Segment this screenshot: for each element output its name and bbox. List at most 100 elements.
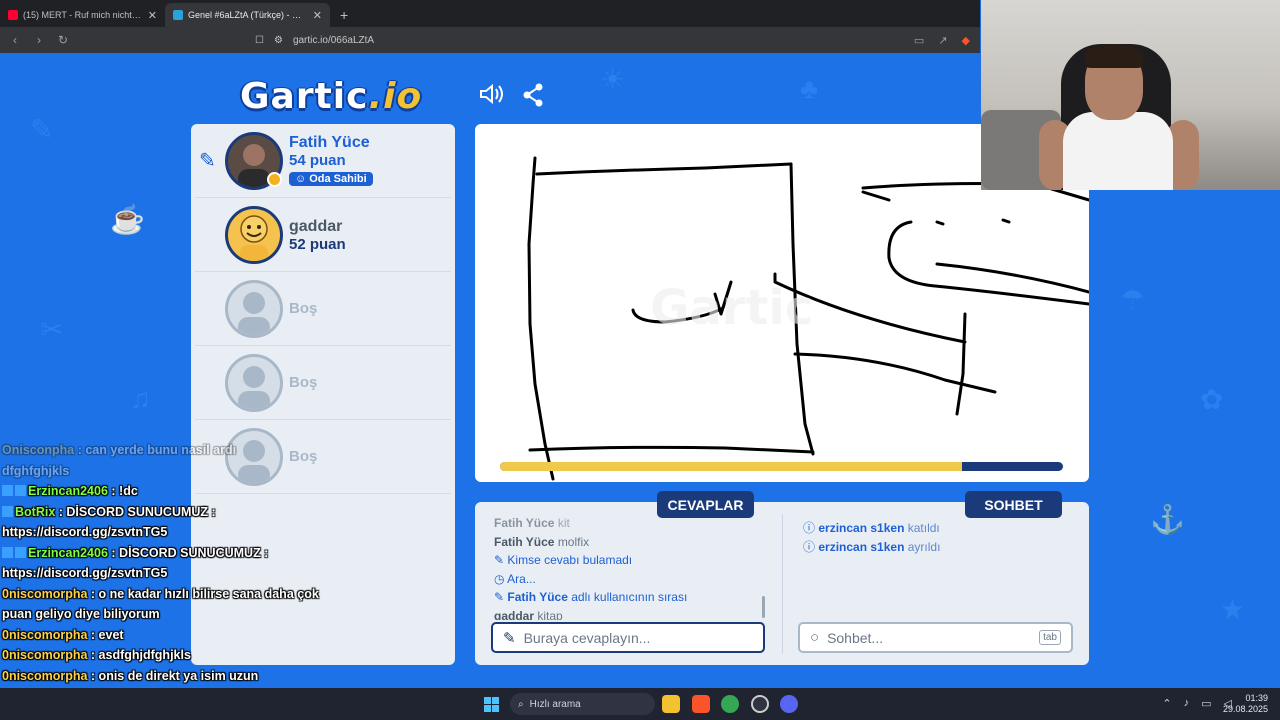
address-bar[interactable]: ☐ ⚙ gartic.io/066aLZtA xyxy=(255,30,895,50)
close-tab-icon[interactable]: ✕ xyxy=(313,9,322,22)
brave-shield-icon[interactable]: ◆ xyxy=(962,34,970,47)
avatar xyxy=(225,205,283,264)
list-item: Fatih Yüce kit xyxy=(494,516,570,530)
list-item: gaddar kitap xyxy=(494,608,563,621)
chat-placeholder: Sohbet... xyxy=(827,629,884,646)
list-item: ✎ Kimse cevabı bulamadı xyxy=(494,553,633,567)
sound-icon[interactable] xyxy=(479,83,505,112)
doodle-icon: ⚓ xyxy=(1150,504,1185,535)
timer-progress-bar xyxy=(500,462,1063,471)
bookmark-icon[interactable]: ☐ xyxy=(255,35,264,46)
stream-chat-overlay: Onisconpha : can yerde bunu nasil ardı d… xyxy=(2,440,332,686)
stream-chat-line: Onisconpha : can yerde bunu nasil ardı xyxy=(2,443,237,457)
stream-chat-line: puan geliyo diye biliyorum xyxy=(2,607,160,621)
site-info-icon[interactable]: ⚙ xyxy=(274,35,283,46)
answers-list: Fatih Yüce kit Fatih Yüce molfix ✎ Kimse… xyxy=(494,514,769,620)
network-icon[interactable]: ▭ xyxy=(1201,697,1211,710)
browser-tab-gartic[interactable]: Genel #6aLZtA (Türkçe) - Gartic.i ✕ xyxy=(165,3,330,27)
canvas-watermark: Gartic xyxy=(650,280,813,336)
windows-start-icon[interactable] xyxy=(484,697,499,712)
system-tray: ⌃ ♪ ▭ ◁ xyxy=(1162,697,1232,710)
taskbar-search[interactable]: ⌕ Hızlı arama xyxy=(510,693,655,715)
chrome-icon[interactable] xyxy=(721,695,739,713)
brave-browser-icon[interactable] xyxy=(692,695,710,713)
player-row[interactable]: gaddar 52 puan xyxy=(195,198,451,272)
tab-title: Genel #6aLZtA (Türkçe) - Gartic.i xyxy=(188,10,308,20)
close-tab-icon[interactable]: ✕ xyxy=(148,9,157,22)
cast-icon[interactable]: ▭ xyxy=(914,34,924,47)
tab-key-hint: tab xyxy=(1039,630,1061,645)
list-item: ✎ Fatih Yüce adlı kullanıcının sırası xyxy=(494,590,688,604)
player-score: 52 puan xyxy=(289,236,346,253)
doodle-icon: ☕ xyxy=(110,204,145,235)
doodle-icon: ✎ xyxy=(30,114,54,145)
share-icon[interactable]: ↗ xyxy=(938,34,947,47)
youtube-icon xyxy=(8,10,18,20)
badge-icon xyxy=(2,546,13,558)
player-score: 54 puan xyxy=(289,152,346,169)
empty-slot-label: Boş xyxy=(289,300,318,317)
badge-icon xyxy=(2,505,13,517)
windows-taskbar: ⌕ Hızlı arama ⌃ ♪ ▭ ◁ 01:39 29.08.2025 xyxy=(0,688,1280,720)
timer-progress-fill xyxy=(500,462,962,471)
empty-avatar-icon xyxy=(225,279,283,338)
panel-divider xyxy=(782,514,783,654)
list-item: Fatih Yüce molfix xyxy=(494,534,590,549)
chat-list: ⓘ erzincan s1ken katıldı ⓘ erzincan s1ke… xyxy=(803,519,940,557)
doodle-icon: ★ xyxy=(1220,594,1246,625)
info-icon: ⓘ xyxy=(803,540,816,554)
forward-icon[interactable]: › xyxy=(30,33,48,47)
discord-icon[interactable] xyxy=(780,695,798,713)
chevron-up-icon[interactable]: ⌃ xyxy=(1162,697,1171,710)
empty-slot: Boş xyxy=(195,272,451,346)
obs-icon[interactable] xyxy=(751,695,769,713)
new-tab-button[interactable]: + xyxy=(330,7,358,27)
crown-icon: ☺ xyxy=(295,173,307,185)
url-text: gartic.io/066aLZtA xyxy=(292,34,375,46)
stream-chat-line: 0niscomorpha : evet xyxy=(2,627,124,642)
doodle-icon: ☂ xyxy=(1120,284,1146,315)
stream-chat-line: BotRix : DİSCORD SUNUCUMUZ : xyxy=(2,502,332,523)
answers-scrollbar[interactable] xyxy=(762,596,765,618)
file-explorer-icon[interactable] xyxy=(662,695,680,713)
stream-chat-line: Erzincan2406 : !dc xyxy=(2,481,332,502)
owner-icon xyxy=(267,172,282,187)
room-owner-badge: ☺ Oda Sahibi xyxy=(289,172,373,186)
toolbar-actions: ▭ ↗ ◆ xyxy=(914,34,970,47)
stream-chat-line: 0niscomorpha : o ne kadar hızlı bilirse … xyxy=(2,586,319,601)
stream-chat-line: 0niscomorpha : asdfghjdfghjkls xyxy=(2,648,191,662)
pencil-icon: ✎ xyxy=(494,590,505,604)
player-name: gaddar xyxy=(289,218,343,235)
browser-tabbar: (15) MERT - Ruf mich nicht an (p ✕ Genel… xyxy=(0,0,980,27)
empty-slot-label: Boş xyxy=(289,374,318,391)
tab-chat[interactable]: SOHBET xyxy=(965,491,1062,518)
pencil-icon: ✎ xyxy=(199,150,216,172)
share-icon[interactable] xyxy=(522,83,544,114)
clock-icon: ◷ xyxy=(494,571,505,586)
answer-input[interactable]: ✎ Buraya cevaplayın... xyxy=(491,622,765,653)
info-icon: ⓘ xyxy=(803,521,816,535)
back-icon[interactable]: ‹ xyxy=(6,33,24,47)
webcam-overlay xyxy=(981,0,1280,190)
answer-placeholder: Buraya cevaplayın... xyxy=(523,629,651,646)
browser-tab-youtube[interactable]: (15) MERT - Ruf mich nicht an (p ✕ xyxy=(0,3,165,27)
doodle-icon: ✿ xyxy=(1200,384,1224,415)
chat-input[interactable]: ○ Sohbet... tab xyxy=(798,622,1073,653)
player-row[interactable]: ✎ Fatih Yüce 54 puan ☺ Oda Sahibi xyxy=(195,124,451,198)
browser-toolbar: ‹ › ↻ ☐ ⚙ gartic.io/066aLZtA ▭ ↗ ◆ xyxy=(0,27,980,53)
taskbar-clock[interactable]: 01:39 29.08.2025 xyxy=(1223,693,1268,715)
stream-chat-line: Erzincan2406 : DİSCORD SUNUCUMUZ : xyxy=(2,543,332,564)
doodle-icon: ✂ xyxy=(40,314,64,345)
pencil-icon: ✎ xyxy=(503,629,516,647)
list-item: ⓘ erzincan s1ken ayrıldı xyxy=(803,540,941,554)
tab-title: (15) MERT - Ruf mich nicht an (p xyxy=(23,10,143,20)
microphone-icon[interactable]: ♪ xyxy=(1184,697,1190,710)
stream-chat-line: dfghfghjkls xyxy=(2,463,70,478)
reload-icon[interactable]: ↻ xyxy=(54,33,72,47)
search-icon: ⌕ xyxy=(518,698,524,710)
doodle-icon: ♫ xyxy=(130,383,151,414)
badge-icon xyxy=(2,485,13,496)
badge-icon xyxy=(15,485,26,496)
list-item: ◷ Ara... xyxy=(494,571,536,586)
stream-chat-line: https://discord.gg/zsvtnTG5 xyxy=(2,566,168,580)
